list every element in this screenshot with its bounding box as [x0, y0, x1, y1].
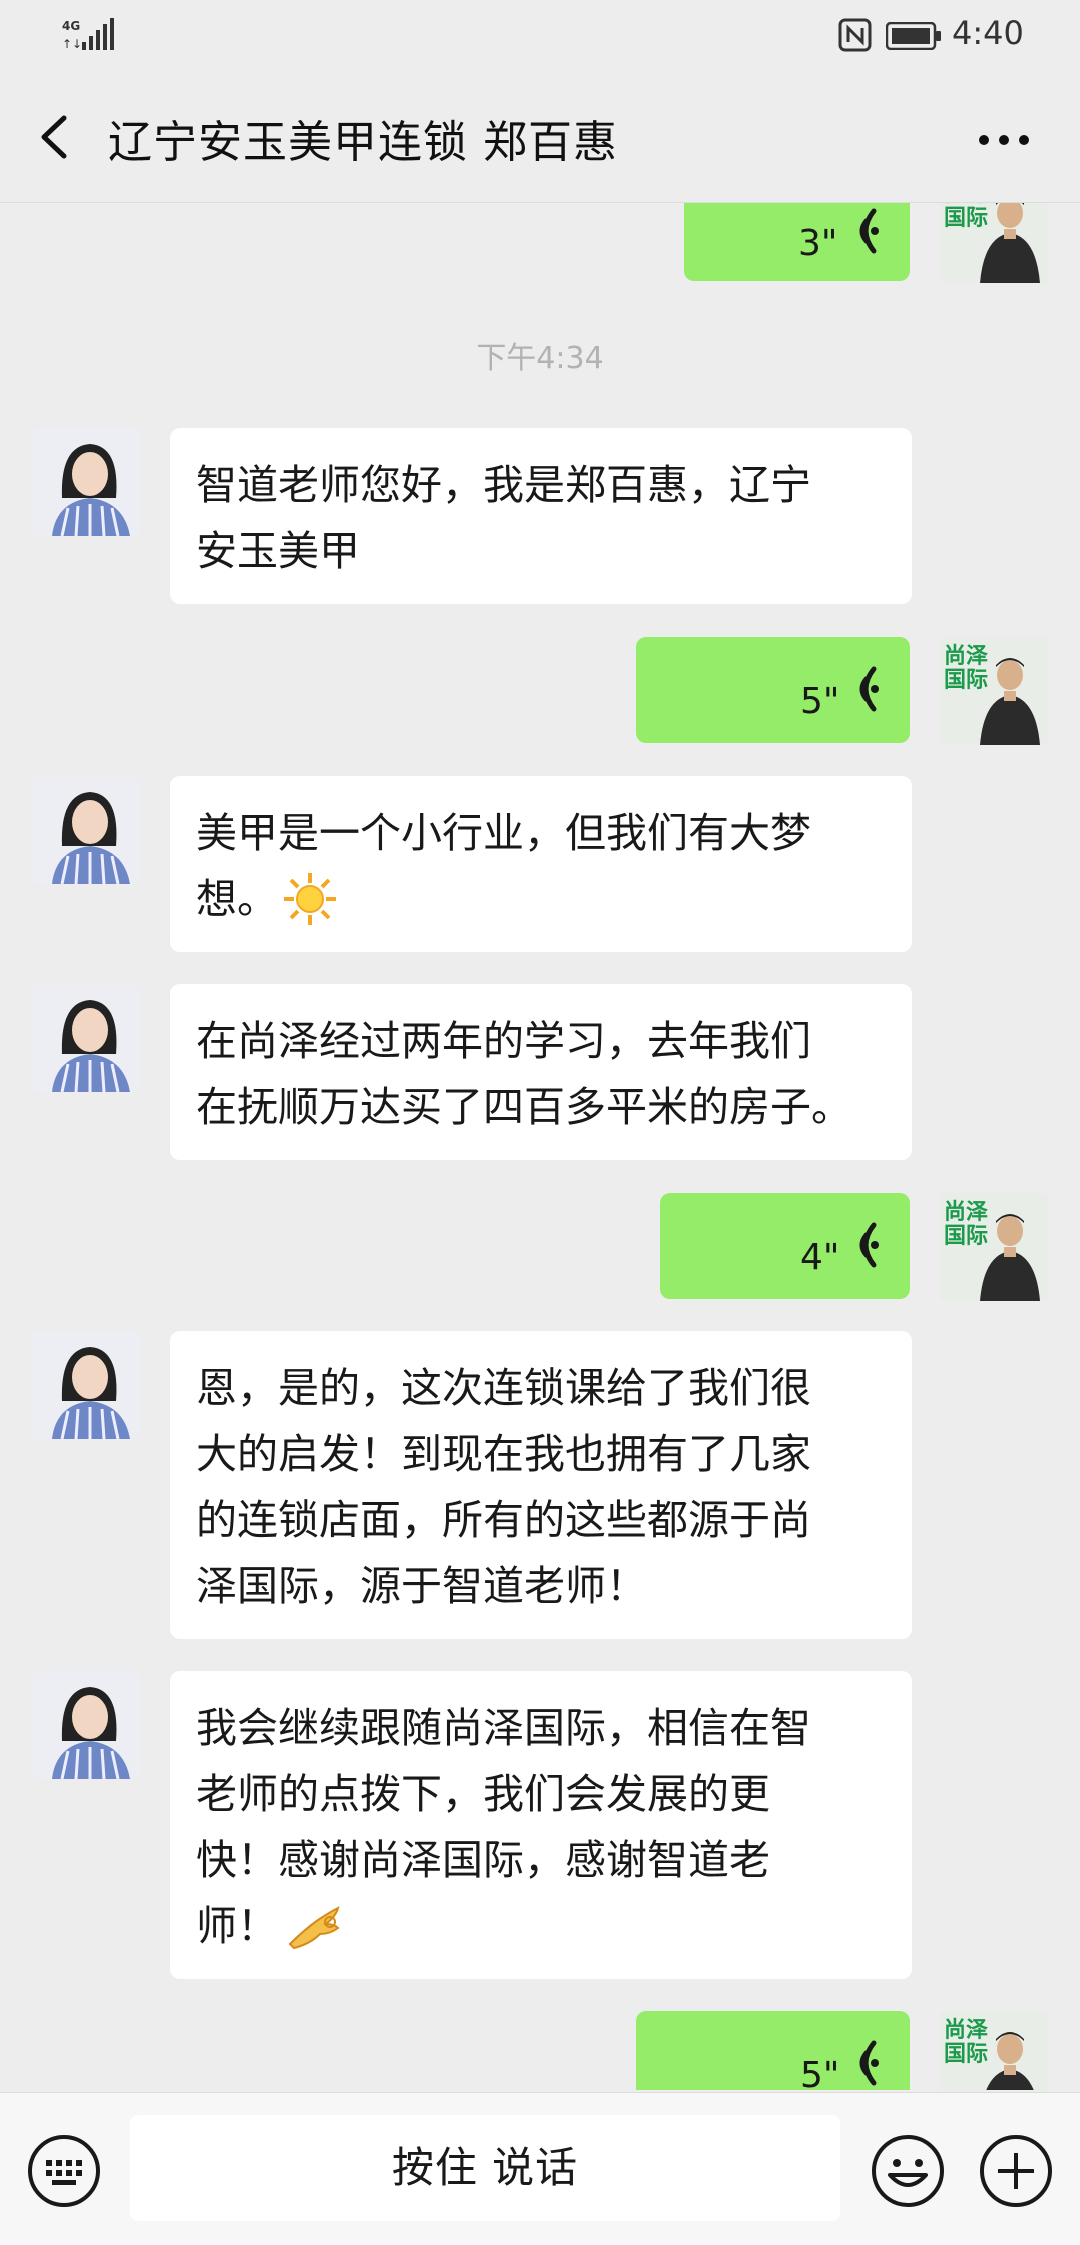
message-line: 智道老师您好，我是郑百惠，辽宁 [196, 461, 811, 509]
avatar-logo-image: 尚泽 国际 [940, 1193, 1048, 1301]
text-bubble[interactable]: 恩，是的，这次连锁课给了我们很 大的启发！到现在我也拥有了几家 的连锁店面，所有… [170, 1331, 912, 1639]
sun-emoji-icon [284, 873, 336, 925]
message-line: 的连锁店面，所有的这些都源于尚 [196, 1496, 811, 1544]
voice-duration: 5" [800, 2055, 840, 2090]
message-line: 大的启发！到现在我也拥有了几家 [196, 1430, 811, 1478]
avatar-photo [32, 776, 140, 884]
my-avatar[interactable]: 尚泽 国际 [940, 637, 1048, 745]
text-bubble[interactable]: 智道老师您好，我是郑百惠，辽宁 安玉美甲 [170, 428, 912, 604]
more-options-icon[interactable] [976, 132, 1032, 148]
avatar-photo [32, 1671, 140, 1779]
plus-icon[interactable] [978, 2133, 1054, 2209]
message-line: 美甲是一个小行业，但我们有大梦 [196, 809, 811, 857]
svg-text:国际: 国际 [944, 206, 988, 231]
avatar-photo [32, 1331, 140, 1439]
voice-wave-icon [859, 2040, 879, 2086]
chat-header: 辽宁安玉美甲连锁 郑百惠 [0, 72, 1080, 203]
my-avatar[interactable]: 尚泽 国际 [940, 203, 1048, 283]
nfc-icon [838, 18, 872, 52]
voice-wave-icon [859, 1222, 879, 1268]
signal-icon: 4G ↑↓ [62, 18, 114, 51]
status-bar: 4G ↑↓ 4:40 [0, 0, 1080, 72]
voice-bubble[interactable]: 3" [684, 203, 910, 281]
message-line: 老师的点拨下，我们会发展的更 [196, 1770, 770, 1818]
input-bar: 按住 说话 [0, 2092, 1080, 2245]
contact-avatar[interactable] [32, 428, 140, 536]
avatar-logo-image: 尚泽 国际 [940, 637, 1048, 745]
voice-duration: 5" [800, 681, 840, 722]
voice-wave-icon [859, 208, 879, 254]
message-line: 在抚顺万达买了四百多平米的房子。 [196, 1083, 852, 1131]
avatar-photo [32, 428, 140, 536]
contact-avatar[interactable] [32, 1671, 140, 1779]
status-time: 4:40 [952, 14, 1024, 52]
svg-text:4G: 4G [62, 19, 80, 33]
svg-text:尚泽: 尚泽 [944, 1200, 988, 1225]
contact-avatar[interactable] [32, 984, 140, 1092]
voice-duration: 4" [800, 1237, 840, 1278]
avatar-photo [32, 984, 140, 1092]
avatar-logo-image: 尚泽 国际 [940, 2011, 1048, 2090]
hold-to-talk-button[interactable]: 按住 说话 [130, 2115, 840, 2221]
message-list[interactable]: 尚泽 国际 3" 下午4:34 [0, 203, 1080, 2090]
voice-bubble[interactable]: 5" [636, 2011, 910, 2090]
svg-text:国际: 国际 [944, 1224, 988, 1249]
voice-bubble[interactable]: 4" [660, 1193, 910, 1299]
message-line: 恩，是的，这次连锁课给了我们很 [196, 1364, 811, 1412]
message-line: 在尚泽经过两年的学习，去年我们 [196, 1017, 811, 1065]
battery-icon [886, 22, 941, 50]
voice-bubble[interactable]: 5" [636, 637, 910, 743]
message-line: 师！ [196, 1893, 886, 1959]
svg-text:↑↓: ↑↓ [62, 37, 82, 51]
my-avatar[interactable]: 尚泽 国际 [940, 1193, 1048, 1301]
voice-wave-icon [859, 666, 879, 712]
message-timestamp: 下午4:34 [476, 341, 604, 376]
keyboard-icon[interactable] [26, 2133, 102, 2209]
svg-text:尚泽: 尚泽 [944, 2018, 988, 2043]
message-line: 快！感谢尚泽国际，感谢智道老 [196, 1836, 770, 1884]
my-avatar[interactable]: 尚泽 国际 [940, 2011, 1048, 2090]
contact-avatar[interactable] [32, 776, 140, 884]
message-line: 安玉美甲 [196, 527, 360, 575]
ok-hand-emoji-icon [288, 1906, 340, 1950]
message-line: 我会继续跟随尚泽国际，相信在智 [196, 1704, 811, 1752]
text-bubble[interactable]: 在尚泽经过两年的学习，去年我们 在抚顺万达买了四百多平米的房子。 [170, 984, 912, 1160]
message-line: 泽国际，源于智道老师！ [196, 1562, 647, 1610]
text-bubble[interactable]: 我会继续跟随尚泽国际，相信在智 老师的点拨下，我们会发展的更 快！感谢尚泽国际，… [170, 1671, 912, 1979]
voice-duration: 3" [798, 223, 838, 264]
message-line: 想。 [196, 866, 886, 932]
svg-text:国际: 国际 [944, 668, 988, 693]
svg-text:尚泽: 尚泽 [944, 644, 988, 669]
back-arrow-icon[interactable] [34, 114, 74, 160]
chat-title: 辽宁安玉美甲连锁 郑百惠 [108, 117, 618, 168]
contact-avatar[interactable] [32, 1331, 140, 1439]
text-bubble[interactable]: 美甲是一个小行业，但我们有大梦 想。 [170, 776, 912, 952]
emoji-icon[interactable] [870, 2133, 946, 2209]
svg-text:国际: 国际 [944, 2042, 988, 2067]
avatar-logo-image: 尚泽 国际 [940, 203, 1048, 283]
